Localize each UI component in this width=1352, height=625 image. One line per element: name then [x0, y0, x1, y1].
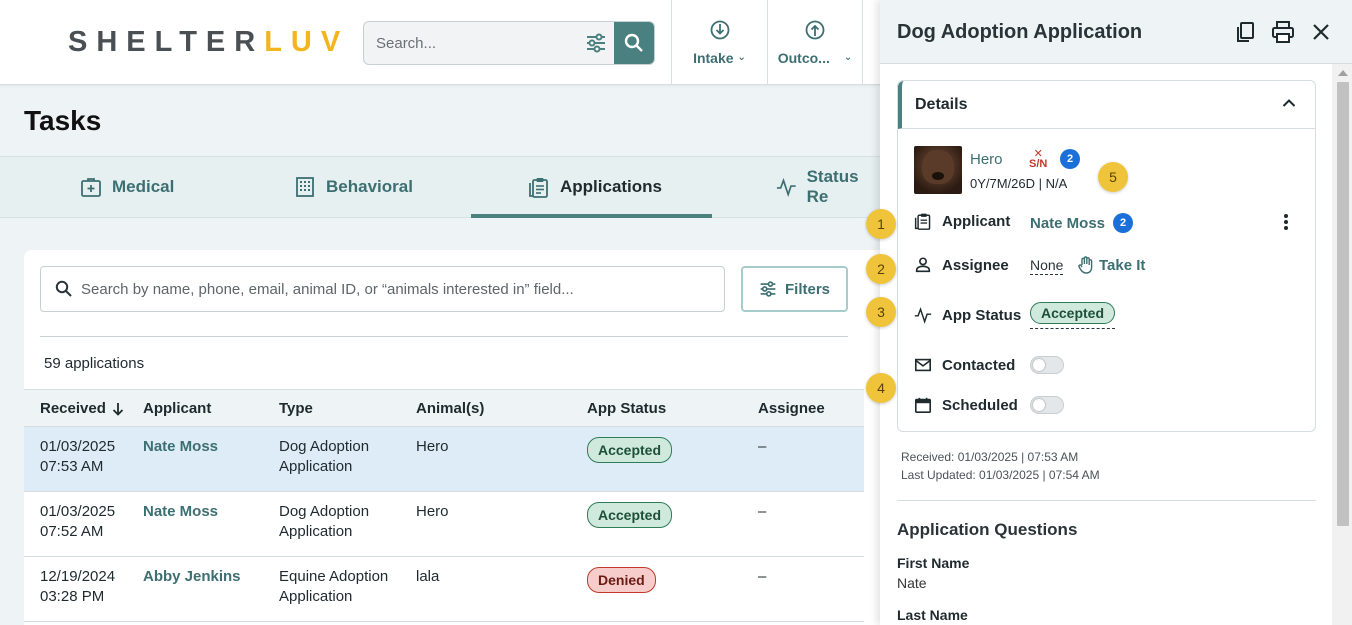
annotation-marker-5: 5 [1098, 162, 1128, 192]
question-label: Last Name [897, 607, 968, 623]
question-label: First Name [897, 555, 970, 571]
status-badge: Accepted [587, 437, 673, 463]
details-header[interactable]: Details [898, 81, 1315, 129]
column-type[interactable]: Type [279, 400, 313, 417]
updated-timestamp: Last Updated: 01/03/2025 | 07:54 AM [901, 468, 1100, 482]
annotation-marker-1: 1 [866, 209, 896, 239]
status-badge: Accepted [1030, 302, 1116, 324]
nav-intake[interactable]: Intake ⌄ [671, 0, 767, 85]
applicant-link[interactable]: Nate Moss [143, 437, 218, 457]
applicant-count-badge[interactable]: 2 [1113, 213, 1134, 233]
assignee-value[interactable]: None [1030, 257, 1064, 275]
animal-photo[interactable] [914, 146, 962, 194]
assignee-row-label: Assignee [914, 256, 1009, 274]
activity-icon [914, 307, 932, 324]
chevron-up-icon[interactable] [1282, 98, 1296, 108]
column-app-status[interactable]: App Status [587, 400, 666, 417]
mail-icon [914, 358, 932, 372]
applicant-row-label: Applicant [914, 212, 1010, 230]
annotation-marker-2: 2 [866, 254, 896, 284]
search-icon [624, 33, 643, 52]
scheduled-row-label: Scheduled [914, 396, 1018, 414]
status-icon [776, 177, 796, 198]
applications-card: Filters 59 applications Received Applica… [24, 250, 880, 625]
applications-search [40, 266, 725, 312]
contacted-toggle[interactable] [1030, 356, 1064, 374]
nav-outcome[interactable]: Outco... ⌄ [767, 0, 863, 85]
scroll-up-arrow[interactable] [1338, 70, 1348, 76]
top-header: SHELTERLUV Intake⌄ Outco...⌄ [0, 0, 880, 85]
contacted-row-label: Contacted [914, 356, 1015, 374]
copy-icon[interactable] [1234, 20, 1258, 44]
question-value: Nate [897, 575, 927, 591]
animal-age: 0Y/7M/26D | N/A [970, 176, 1068, 191]
search-icon [55, 280, 72, 297]
annotation-marker-4: 4 [866, 373, 896, 403]
page-title: Tasks [24, 105, 102, 136]
medical-icon [81, 178, 101, 197]
animal-name-link[interactable]: Hero [970, 151, 1003, 168]
panel-header: Dog Adoption Application [880, 0, 1352, 64]
more-vertical-icon[interactable] [1283, 213, 1289, 231]
column-received[interactable]: Received [40, 400, 124, 417]
scheduled-toggle[interactable] [1030, 396, 1064, 414]
status-badge: Accepted [587, 502, 673, 528]
annotation-marker-3: 3 [866, 297, 896, 327]
application-questions-title: Application Questions [897, 520, 1078, 539]
clipboard-icon [914, 213, 931, 230]
search-options-icon[interactable] [585, 32, 607, 54]
intake-icon [710, 20, 729, 39]
application-detail-panel: Dog Adoption Application Details Hero ✕ … [880, 0, 1352, 625]
app-status-row-label: App Status [914, 306, 1021, 324]
person-icon [915, 257, 931, 273]
shelterluv-logo[interactable]: SHELTERLUV [68, 26, 349, 59]
active-tab-indicator [471, 214, 712, 218]
global-search-input[interactable] [364, 22, 579, 64]
animal-count-badge[interactable]: 2 [1060, 149, 1080, 169]
divider [40, 336, 848, 337]
divider [897, 500, 1316, 501]
scrollbar-thumb[interactable] [1337, 82, 1349, 526]
tab-medical[interactable]: Medical [80, 157, 174, 217]
column-applicant[interactable]: Applicant [143, 400, 211, 417]
applications-count: 59 applications [44, 355, 145, 372]
search-button[interactable] [614, 22, 654, 64]
column-assignee[interactable]: Assignee [758, 400, 825, 417]
outcome-icon [805, 20, 825, 39]
applications-search-input[interactable] [81, 267, 711, 311]
chevron-down-icon: ⌄ [843, 52, 853, 63]
spay-neuter-status: ✕ S/N [1029, 148, 1048, 170]
applicant-link[interactable]: Abby Jenkins [143, 567, 241, 587]
tab-status-reports[interactable]: Status Re [776, 157, 880, 217]
panel-scrollbar[interactable] [1332, 64, 1352, 625]
tab-applications[interactable]: Applications [528, 157, 662, 217]
calendar-icon [914, 397, 932, 414]
global-search [363, 21, 655, 65]
table-row[interactable]: 12/19/2024 03:28 PM Abby Jenkins Equine A… [24, 557, 864, 622]
received-timestamp: Received: 01/03/2025 | 07:53 AM [901, 450, 1079, 464]
applicant-link[interactable]: Nate Moss 2 [1030, 213, 1134, 233]
applicant-link[interactable]: Nate Moss [143, 502, 218, 522]
chevron-down-icon: ⌄ [737, 52, 746, 63]
task-tabs: Medical Behavioral Applications Status R… [0, 156, 880, 218]
filters-button[interactable]: Filters [741, 266, 848, 312]
sort-desc-icon [112, 402, 124, 416]
print-icon[interactable] [1271, 20, 1295, 44]
tab-behavioral[interactable]: Behavioral [294, 157, 413, 217]
hand-icon [1078, 256, 1093, 274]
filter-icon [760, 281, 776, 297]
panel-title: Dog Adoption Application [897, 21, 1143, 43]
status-badge: Denied [587, 567, 656, 593]
table-header: Received Applicant Type Animal(s) App St… [24, 389, 864, 427]
behavioral-icon [296, 177, 314, 197]
applications-icon [529, 178, 548, 198]
details-section: Details Hero ✕ S/N 2 0Y/7M/26D | N/A App… [897, 80, 1316, 432]
take-it-button[interactable]: Take It [1078, 256, 1145, 274]
close-icon[interactable] [1309, 20, 1333, 44]
column-animals[interactable]: Animal(s) [416, 400, 484, 417]
app-status-selector[interactable]: Accepted [1030, 302, 1116, 329]
table-row[interactable]: 01/03/2025 07:53 AM Nate Moss Dog Adoptio… [24, 427, 864, 492]
panel-body: Details Hero ✕ S/N 2 0Y/7M/26D | N/A App… [880, 64, 1332, 625]
table-row[interactable]: 01/03/2025 07:52 AM Nate Moss Dog Adoptio… [24, 492, 864, 557]
